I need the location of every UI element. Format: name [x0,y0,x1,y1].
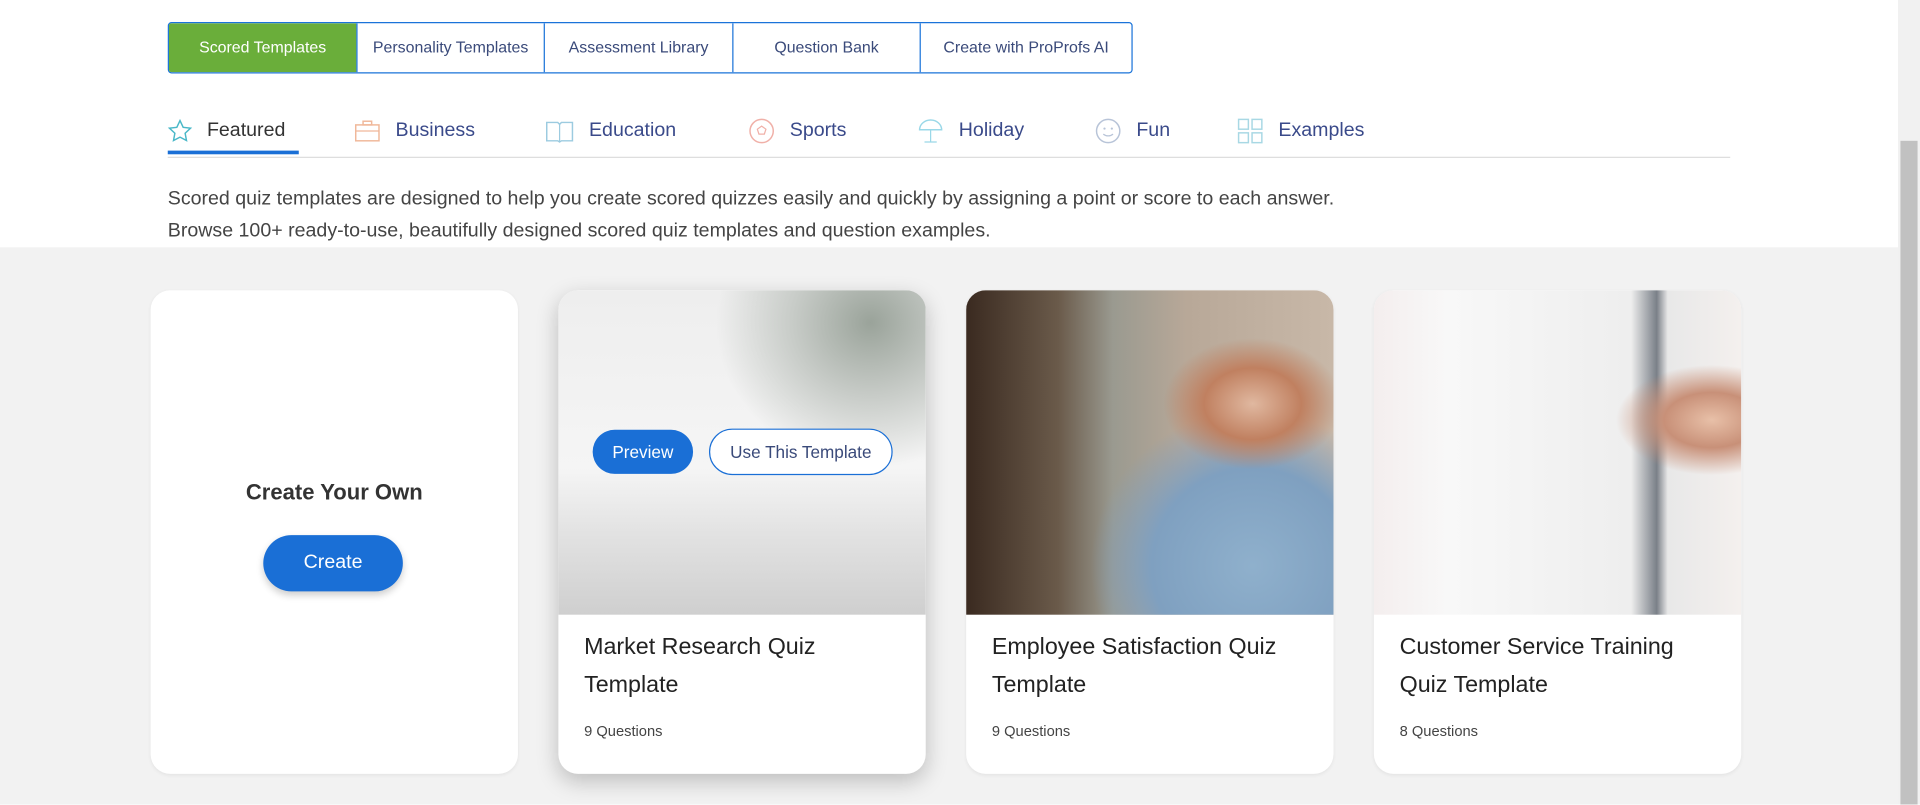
category-business[interactable]: Business [354,115,475,147]
use-template-button[interactable]: Use This Template [708,428,893,476]
create-your-own-card: Create Your Own Create [150,290,518,774]
category-label: Sports [789,120,847,141]
preview-button[interactable]: Preview [592,429,694,474]
create-button[interactable]: Create [263,535,403,592]
description-line-1: Scored quiz templates are designed to he… [167,188,1335,210]
scrollbar-thumb[interactable] [1900,140,1918,805]
active-tab-indicator [167,150,299,155]
category-featured[interactable]: Featured [167,115,286,147]
category-label: Fun [1136,120,1171,141]
category-label: Business [395,120,476,141]
star-icon [167,118,193,142]
template-card[interactable]: Employee Satisfaction Quiz Template 9 Qu… [966,290,1334,774]
category-education[interactable]: Education [545,115,676,147]
description-line-2: Browse 100+ ready-to-use, beautifully de… [167,220,991,242]
tab-scored-templates[interactable]: Scored Templates [168,23,357,73]
card-title: Customer Service Training Quiz Template [1399,634,1674,698]
card-title: Market Research Quiz Template [584,634,816,698]
tab-create-with-ai[interactable]: Create with ProProfs AI [919,23,1132,73]
template-type-tabs: Scored Templates Personality Templates A… [167,22,1133,74]
category-holiday[interactable]: Holiday [917,115,1024,147]
employee-satisfaction-image [966,290,1334,615]
soccer-ball-icon [749,118,775,144]
tab-assessment-library[interactable]: Assessment Library [543,23,733,73]
book-icon [546,121,574,143]
scrollbar[interactable] [1897,0,1920,805]
customer-service-image [1373,290,1742,615]
tab-question-bank[interactable]: Question Bank [732,23,919,73]
template-card[interactable]: Customer Service Training Quiz Template … [1373,290,1742,774]
category-label: Examples [1278,120,1365,141]
smiley-icon [1095,118,1121,144]
grid-icon [1237,118,1263,144]
category-tabs: Featured Business Education Sports Holid… [167,105,1731,158]
category-fun[interactable]: Fun [1095,115,1170,147]
question-count: 9 Questions [991,722,1071,740]
card-title: Employee Satisfaction Quiz Template [991,634,1277,698]
beach-umbrella-icon [918,119,943,143]
create-your-own-title: Create Your Own [245,480,423,505]
template-card[interactable]: Preview Use This Template Market Researc… [558,290,926,774]
category-label: Holiday [958,120,1025,141]
category-label: Featured [206,120,286,141]
category-examples[interactable]: Examples [1237,115,1365,147]
briefcase-icon [354,120,380,142]
question-count: 9 Questions [584,722,663,740]
question-count: 8 Questions [1399,722,1479,740]
category-label: Education [588,120,677,141]
description: Scored quiz templates are designed to he… [168,184,1334,248]
tab-personality-templates[interactable]: Personality Templates [356,23,543,73]
category-sports[interactable]: Sports [748,115,846,147]
